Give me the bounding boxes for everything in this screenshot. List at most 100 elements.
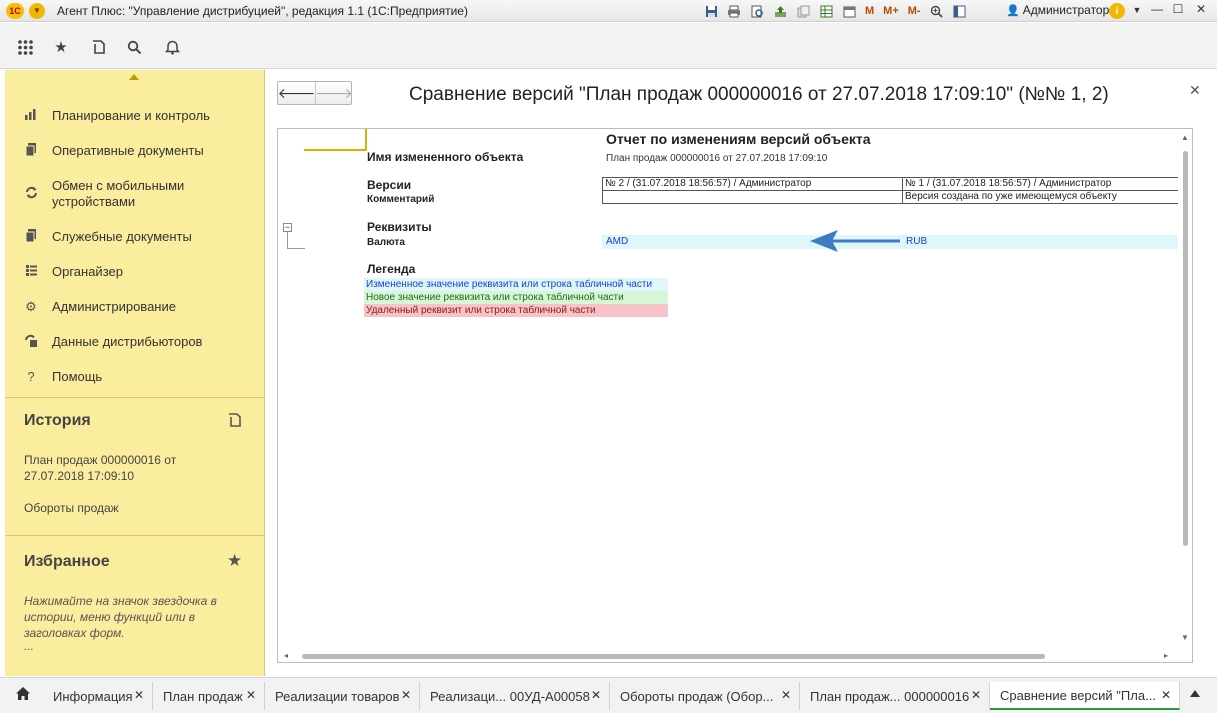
comment-b-cell[interactable]: Версия создана по уже имеющемуся объекту	[902, 190, 1179, 204]
tab-label: План продаж... 000000016	[810, 688, 970, 704]
object-label: Имя измененного объекта	[367, 150, 524, 164]
sidebar-item-administration[interactable]: ⚙ Администрирование	[5, 299, 265, 315]
star-icon[interactable]: ★	[227, 551, 242, 571]
upload-icon[interactable]	[771, 3, 789, 19]
table-icon[interactable]	[817, 3, 835, 19]
preview-icon[interactable]	[748, 3, 766, 19]
forward-button[interactable]: 🡒	[315, 82, 353, 104]
sidebar-item-service-docs[interactable]: Служебные документы	[5, 229, 265, 245]
tab-label: Реализации товаров	[275, 688, 400, 704]
tab-information[interactable]: Информация ✕	[43, 682, 153, 710]
scroll-right-icon[interactable]: ▸	[1164, 651, 1168, 660]
user-icon: 👤	[1006, 4, 1020, 17]
comment-a-cell[interactable]	[602, 190, 903, 204]
close-tab-icon[interactable]: ✕	[401, 688, 411, 702]
scroll-up-icon[interactable]: ▲	[1181, 133, 1189, 142]
back-button[interactable]: 🡐	[278, 82, 316, 104]
tab-sales-turnover[interactable]: Обороты продаж (Обор... ✕	[610, 682, 800, 710]
close-tab-icon[interactable]: ✕	[134, 688, 144, 702]
sidebar-item-organizer[interactable]: Органайзер	[5, 264, 265, 280]
gear-icon: ⚙	[25, 299, 37, 314]
favorites-title: Избранное	[24, 553, 110, 570]
bell-icon[interactable]	[162, 37, 182, 57]
calendar-icon[interactable]	[840, 3, 858, 19]
close-tab-icon[interactable]: ✕	[246, 688, 256, 702]
print-icon[interactable]	[725, 3, 743, 19]
vertical-scrollbar[interactable]: ▲ ▼	[1178, 129, 1192, 649]
window-title-bar: 1С ▼ Агент Плюс: "Управление дистрибуцие…	[0, 0, 1217, 22]
favorites-ellipsis: ...	[24, 639, 35, 653]
chart-icon	[21, 108, 41, 123]
sidebar-item-label: Планирование и контроль	[52, 108, 210, 123]
history-item[interactable]: План продаж 000000016 от 27.07.2018 17:0…	[24, 452, 224, 484]
horizontal-scrollbar[interactable]: ◂ ▸	[278, 649, 1178, 662]
divider	[5, 397, 265, 398]
open-windows-tabs: Информация ✕ План продаж ✕ Реализации това…	[0, 677, 1217, 713]
sidebar-item-planning[interactable]: Планирование и контроль	[5, 108, 265, 124]
app-logo-icon[interactable]: 1С	[6, 2, 24, 19]
m-minus-button[interactable]: M-	[906, 3, 923, 19]
main-menu-dropdown-icon[interactable]: ▼	[29, 2, 45, 19]
versions-label: Версии	[367, 178, 412, 192]
current-cell	[304, 129, 367, 151]
comment-label: Комментарий	[367, 194, 435, 205]
sidebar-item-help[interactable]: ? Помощь	[5, 369, 265, 385]
horizontal-scroll-thumb[interactable]	[302, 654, 1045, 659]
window-title: Агент Плюс: "Управление дистрибуцией", р…	[57, 3, 468, 18]
minimize-icon[interactable]: —	[1148, 2, 1166, 16]
tabs-scroll-up-icon[interactable]	[1190, 690, 1200, 697]
info-icon[interactable]: i	[1109, 3, 1125, 19]
tab-label: Сравнение версий "Пла...	[1000, 687, 1156, 703]
star-icon[interactable]: ★	[51, 37, 71, 57]
tab-label: План продаж	[163, 688, 243, 704]
close-form-icon[interactable]: ✕	[1189, 82, 1201, 99]
attribute-value-b[interactable]: RUB	[906, 236, 927, 247]
documents-icon	[21, 143, 41, 159]
close-tab-icon[interactable]: ✕	[971, 688, 981, 702]
m-button[interactable]: M	[863, 3, 876, 19]
m-plus-button[interactable]: M+	[881, 3, 901, 19]
vertical-scroll-thumb[interactable]	[1183, 151, 1188, 546]
legend-label: Легенда	[367, 262, 416, 276]
sidebar-item-label: Служебные документы	[52, 229, 192, 244]
spreadsheet-report[interactable]: Отчет по изменениям версий объекта Имя и…	[277, 128, 1193, 663]
sidebar-item-mobile-exchange[interactable]: Обмен с мобильными устройствами	[5, 178, 265, 210]
sidebar-item-operational-docs[interactable]: Оперативные документы	[5, 143, 265, 159]
history-icon[interactable]	[88, 37, 108, 57]
tab-sales-plan[interactable]: План продаж ✕	[153, 682, 265, 710]
history-icon[interactable]	[227, 412, 242, 433]
home-icon[interactable]	[8, 686, 38, 708]
scroll-down-icon[interactable]: ▼	[1181, 633, 1189, 642]
versions-table: № 2 / (31.07.2018 18:56:57) / Администра…	[602, 177, 1179, 204]
save-icon[interactable]	[702, 3, 720, 19]
close-tab-icon[interactable]: ✕	[1161, 688, 1171, 702]
close-window-icon[interactable]: ✕	[1192, 2, 1210, 16]
version-a-cell[interactable]: № 2 / (31.07.2018 18:56:57) / Администра…	[602, 177, 903, 191]
copy-icon[interactable]	[794, 3, 812, 19]
history-item[interactable]: Обороты продаж	[24, 500, 224, 516]
scroll-left-icon[interactable]: ◂	[284, 651, 288, 660]
object-value: План продаж 000000016 от 27.07.2018 17:0…	[606, 153, 828, 164]
tab-label: Обороты продаж (Обор...	[620, 688, 774, 704]
close-tab-icon[interactable]: ✕	[591, 688, 601, 702]
version-b-cell[interactable]: № 1 / (31.07.2018 18:56:57) / Администра…	[902, 177, 1179, 191]
history-title: История	[24, 412, 91, 429]
tab-realization-doc[interactable]: Реализаци... 00УД-А00058 ✕	[420, 682, 610, 710]
tab-version-compare[interactable]: Сравнение версий "Пла... ✕	[990, 682, 1180, 710]
info-dropdown-icon[interactable]: ▼	[1128, 5, 1146, 15]
user-name: Администратор	[1022, 3, 1110, 17]
search-icon[interactable]	[124, 37, 144, 57]
tab-sales-plan-doc[interactable]: План продаж... 000000016 ✕	[800, 682, 990, 710]
collapse-panel-icon[interactable]	[129, 74, 139, 80]
tab-sales-realizations[interactable]: Реализации товаров ✕	[265, 682, 420, 710]
attribute-value-a[interactable]: AMD	[606, 236, 628, 247]
current-user[interactable]: 👤 Администратор	[1006, 3, 1109, 17]
collapse-group-icon[interactable]: −	[283, 223, 292, 232]
maximize-icon[interactable]: ☐	[1169, 2, 1187, 16]
form-title: Сравнение версий "План продаж 000000016 …	[409, 84, 1109, 105]
panel-icon[interactable]	[951, 3, 969, 19]
zoom-icon[interactable]	[928, 3, 946, 19]
sidebar-item-distributors[interactable]: Данные дистрибьюторов	[5, 334, 265, 350]
close-tab-icon[interactable]: ✕	[781, 688, 791, 702]
apps-grid-icon[interactable]	[15, 37, 35, 57]
